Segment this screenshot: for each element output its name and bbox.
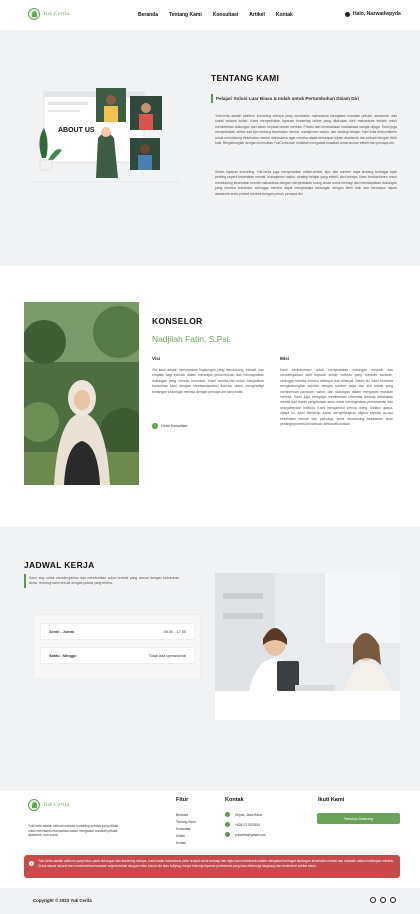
logo-icon — [28, 8, 40, 20]
footer-logo[interactable]: Yuk Cerita — [28, 799, 69, 811]
schedule-row: Senin - Jumat 09.00 - 17.00 — [40, 623, 195, 640]
footer-about: YukCerita adalah sebuah website konselin… — [28, 824, 119, 838]
visi-heading: Visi — [152, 356, 161, 361]
location-icon — [225, 812, 230, 817]
schedule-day: Senin - Jumat — [49, 629, 74, 634]
contact-item-phone: +6281717830534 — [225, 822, 266, 827]
user-menu[interactable]: Halo, Nazwadwpyda — [345, 11, 401, 17]
schedule-title: JADWAL KERJA — [24, 560, 95, 570]
schedule-description: Kami siap untuk mendengarkan dan memberi… — [29, 576, 179, 586]
counselor-photo — [24, 302, 139, 485]
about-us-illustration — [34, 88, 180, 183]
gelar-badge: ✓ Gelar Konsultasi — [152, 423, 187, 429]
about-us-illustration-label: ABOUT US — [58, 127, 95, 134]
schedule-time: Tidak ada operasional — [148, 653, 186, 658]
main-menu: Beranda Tentang Kami Konsultasi Artikel … — [138, 12, 293, 18]
counselor-name: Nadjilah Fatin, S.Psi. — [152, 334, 231, 344]
mail-icon — [225, 832, 230, 837]
footer-kontak-title: Kontak — [225, 797, 244, 803]
logo-icon — [28, 799, 40, 811]
about-paragraph-1: YukCerita adalah platform konseling seba… — [215, 114, 397, 146]
user-icon — [345, 11, 350, 17]
social-links — [370, 897, 396, 903]
nav-item-artikel[interactable]: Artikel — [249, 12, 265, 18]
footer-ikuti-title: Ikuti Kami — [318, 797, 345, 803]
consultation-photo — [215, 573, 400, 720]
nav-item-beranda[interactable]: Beranda — [138, 12, 158, 18]
misi-heading: Misi — [280, 356, 289, 361]
nav-item-konsultasi[interactable]: Konsultasi — [213, 12, 239, 18]
alert-icon: ! — [29, 861, 34, 866]
check-icon: ✓ — [152, 423, 158, 429]
youtube-icon[interactable] — [380, 897, 386, 903]
logo-text: Yuk Cerita — [43, 11, 70, 17]
footer-link-tentang-kami[interactable]: Tentang Kami — [176, 820, 196, 824]
user-greeting: Halo, Nazwadwpyda — [353, 11, 401, 17]
schedule-time: 09.00 - 17.00 — [163, 629, 186, 634]
about-paragraph-2: Selain layanan konseling, YukCerita juga… — [215, 170, 397, 196]
contact-location: Depok, Jawa Barat — [235, 812, 262, 817]
temukan-sekarang-button[interactable]: Temukan Sekarang — [317, 813, 400, 824]
about-title: TENTANG KAMI — [211, 73, 280, 83]
emergency-alert: Yuk Cerita adalah platform yang fokus pa… — [24, 855, 400, 878]
footer-link-beranda[interactable]: Beranda — [176, 813, 196, 817]
phone-icon — [225, 822, 230, 827]
contact-item-location: Depok, Jawa Barat — [225, 812, 266, 817]
schedule-day: Sabtu - Minggu — [49, 653, 77, 658]
footer-fitur-list: Beranda Tentang Kami Konsultasi Artikel … — [176, 813, 196, 845]
footer-link-artikel[interactable]: Artikel — [176, 834, 196, 838]
logo[interactable]: Yuk Cerita — [28, 8, 69, 20]
contact-item-email: yukcerita@gmail.com — [225, 832, 266, 837]
footer-fitur-title: Fitur — [176, 797, 189, 803]
footer-kontak-list: Depok, Jawa Barat +6281717830534 yukceri… — [225, 812, 266, 837]
konselor-title: KONSELOR — [152, 316, 203, 326]
schedule-row: Sabtu - Minggu Tidak ada operasional — [40, 647, 195, 664]
whatsapp-icon[interactable] — [370, 897, 376, 903]
gelar-badge-label: Gelar Konsultasi — [161, 424, 188, 428]
footer-link-konsultasi[interactable]: Konsultasi — [176, 827, 196, 831]
footer-link-kontak[interactable]: Kontak — [176, 841, 196, 845]
footer-logo-text: Yuk Cerita — [43, 802, 70, 808]
copyright-text: Copyright © 2023 Yuk Cerita — [33, 898, 92, 903]
about-accent-bar — [211, 94, 213, 103]
nav-item-kontak[interactable]: Kontak — [276, 12, 293, 18]
visi-text: Visi kami adalah menciptakan lingkungan … — [152, 368, 264, 394]
about-subtitle: Pelajari Solusi Luar Biasa & Indah untuk… — [216, 96, 359, 101]
schedule-accent-bar — [24, 574, 26, 588]
instagram-icon[interactable] — [390, 897, 396, 903]
misi-text: Kami berkomitmen untuk menyediakan dukun… — [280, 368, 393, 427]
contact-phone[interactable]: +6281717830534 — [235, 823, 260, 827]
contact-email[interactable]: yukcerita@gmail.com — [235, 833, 266, 837]
nav-item-tentang-kami[interactable]: Tentang Kami — [169, 12, 202, 18]
